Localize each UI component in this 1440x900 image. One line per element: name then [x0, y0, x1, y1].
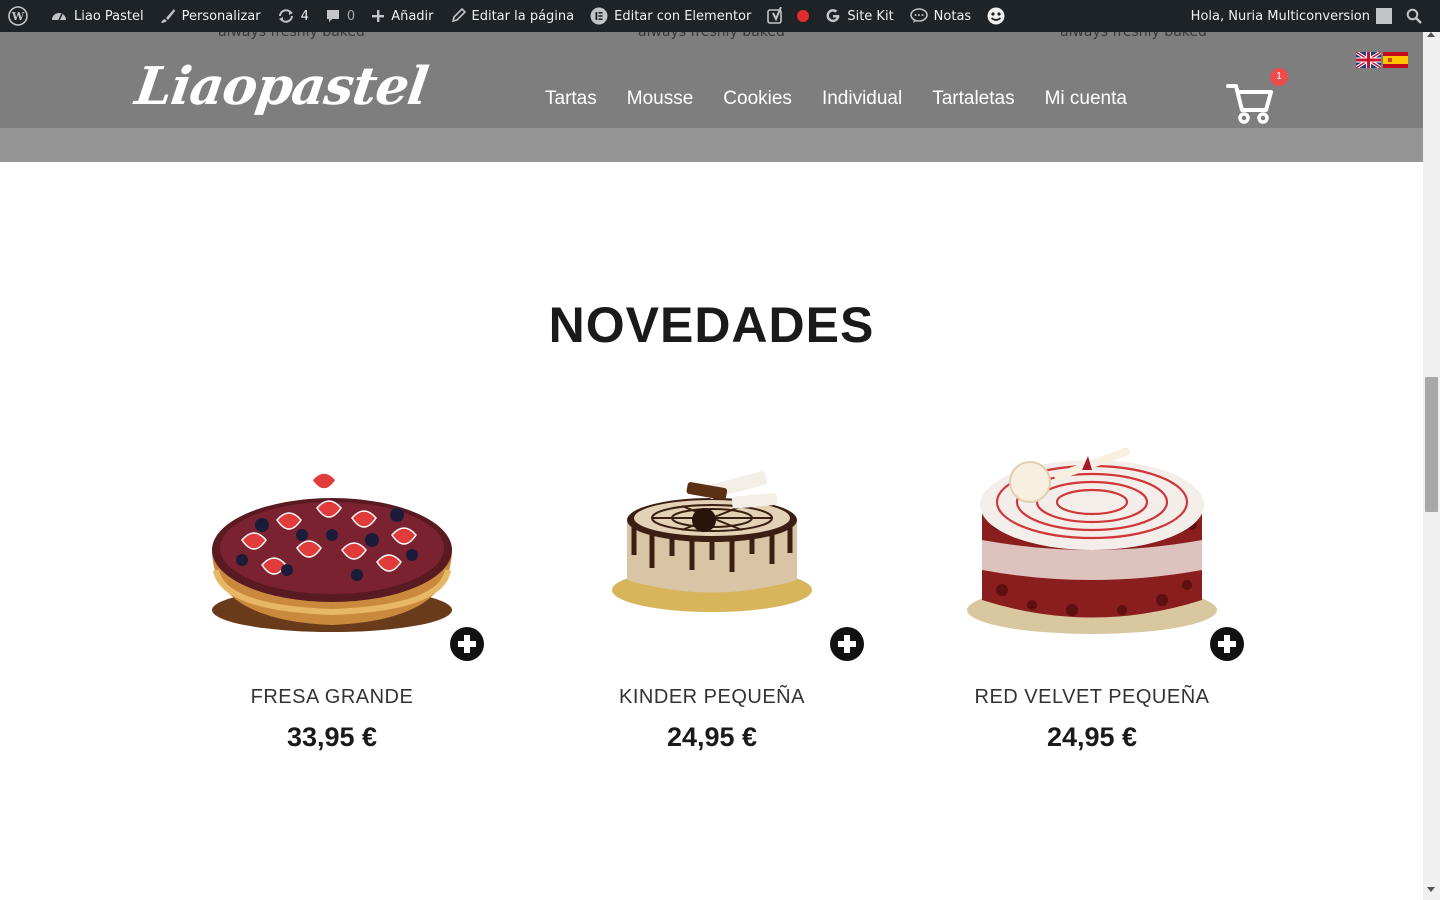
- product-image-red-velvet-cake[interactable]: [962, 440, 1222, 645]
- comments-icon: [326, 10, 339, 22]
- site-name-menu[interactable]: Liao Pastel: [42, 0, 152, 32]
- elementor-icon: [590, 7, 608, 25]
- section-title: NOVEDADES: [548, 297, 875, 353]
- my-account-menu[interactable]: Hola, Nuria Multiconversion: [1183, 0, 1402, 32]
- main-nav: Tartas Mousse Cookies Individual Tartale…: [530, 88, 1142, 110]
- site-logo[interactable]: Liaopastel: [132, 56, 431, 117]
- product-price: 24,95 €: [666, 722, 758, 752]
- wordpress-menu[interactable]: W: [0, 0, 42, 32]
- updates-menu[interactable]: 4: [269, 0, 317, 32]
- product-price: 33,95 €: [286, 722, 378, 752]
- scroll-down-arrow-icon[interactable]: [1427, 887, 1435, 892]
- product-name[interactable]: KINDER PEQUEÑA: [542, 686, 882, 709]
- elementor-menu[interactable]: Editar con Elementor: [582, 0, 759, 32]
- brush-icon: [160, 9, 175, 23]
- product-name[interactable]: FRESA GRANDE: [162, 686, 502, 709]
- customize-menu[interactable]: Personalizar: [152, 0, 269, 32]
- language-switcher: [1356, 52, 1408, 68]
- wp-admin-bar: W Liao Pastel Personalizar 4 0 Añadir Ed…: [0, 0, 1440, 32]
- site-kit-menu[interactable]: Site Kit: [817, 0, 901, 32]
- product-image-kinder-cake[interactable]: [582, 440, 842, 645]
- elementor-label: Editar con Elementor: [614, 8, 752, 24]
- product-name[interactable]: RED VELVET PEQUEÑA: [922, 686, 1262, 709]
- svg-text:W: W: [11, 10, 25, 23]
- product-image-strawberry-cake[interactable]: [202, 440, 462, 645]
- comments-menu[interactable]: 0: [317, 0, 363, 32]
- yoast-menu[interactable]: [759, 0, 817, 32]
- uk-flag-icon[interactable]: [1356, 52, 1381, 68]
- yoast-icon: [767, 7, 783, 24]
- cart-count-badge: 1: [1270, 68, 1288, 86]
- es-flag-icon[interactable]: [1383, 52, 1408, 68]
- updates-icon: [278, 9, 293, 23]
- nav-item-individual[interactable]: Individual: [807, 88, 917, 110]
- header-lower-band: [0, 128, 1423, 162]
- plus-icon: [838, 635, 856, 653]
- google-icon: [826, 9, 840, 23]
- notes-menu[interactable]: Notas: [902, 0, 980, 32]
- scroll-thumb[interactable]: [1425, 377, 1438, 512]
- wordpress-icon: W: [8, 6, 28, 26]
- search-icon: [1406, 8, 1422, 24]
- greeting-label: Hola, Nuria Multiconversion: [1190, 8, 1370, 24]
- dashboard-icon: [52, 13, 66, 21]
- plus-icon: [372, 10, 385, 22]
- add-to-cart-button[interactable]: [450, 627, 484, 661]
- new-content-label: Añadir: [391, 8, 434, 24]
- plus-icon: [458, 635, 476, 653]
- new-content-menu[interactable]: Añadir: [363, 0, 441, 32]
- extra-plugin-menu[interactable]: [979, 0, 1019, 32]
- seo-status-dot: [797, 10, 810, 22]
- nav-item-cookies[interactable]: Cookies: [708, 88, 807, 110]
- comments-count: 0: [346, 8, 356, 24]
- plugin-face-icon: [987, 7, 1005, 25]
- customize-label: Personalizar: [181, 8, 261, 24]
- avatar: [1376, 8, 1392, 24]
- page-scrollbar[interactable]: [1423, 32, 1440, 900]
- nav-item-mi-cuenta[interactable]: Mi cuenta: [1030, 88, 1142, 110]
- product-card[interactable]: FRESA GRANDE 33,95 €: [162, 440, 502, 752]
- nav-item-tartaletas[interactable]: Tartaletas: [917, 88, 1029, 110]
- add-to-cart-button[interactable]: [830, 627, 864, 661]
- search-menu[interactable]: [1402, 0, 1440, 32]
- product-card[interactable]: RED VELVET PEQUEÑA 24,95 €: [922, 440, 1262, 752]
- updates-count: 4: [300, 8, 309, 24]
- cart-icon[interactable]: [1226, 80, 1274, 124]
- site-kit-label: Site Kit: [847, 8, 894, 24]
- edit-page-menu[interactable]: Editar la página: [442, 0, 583, 32]
- product-card[interactable]: KINDER PEQUEÑA 24,95 €: [542, 440, 882, 752]
- scroll-up-arrow-icon[interactable]: [1427, 32, 1435, 37]
- notes-icon: [909, 8, 928, 23]
- nav-item-mousse[interactable]: Mousse: [612, 88, 709, 110]
- plus-icon: [1218, 635, 1236, 653]
- edit-page-label: Editar la página: [471, 8, 575, 24]
- site-name-label: Liao Pastel: [74, 8, 144, 24]
- nav-item-tartas[interactable]: Tartas: [530, 88, 612, 110]
- pencil-icon: [451, 8, 466, 23]
- notes-label: Notas: [933, 8, 972, 24]
- product-price: 24,95 €: [1046, 722, 1138, 752]
- add-to-cart-button[interactable]: [1210, 627, 1244, 661]
- site-header: always freshly baked always freshly bake…: [0, 24, 1423, 128]
